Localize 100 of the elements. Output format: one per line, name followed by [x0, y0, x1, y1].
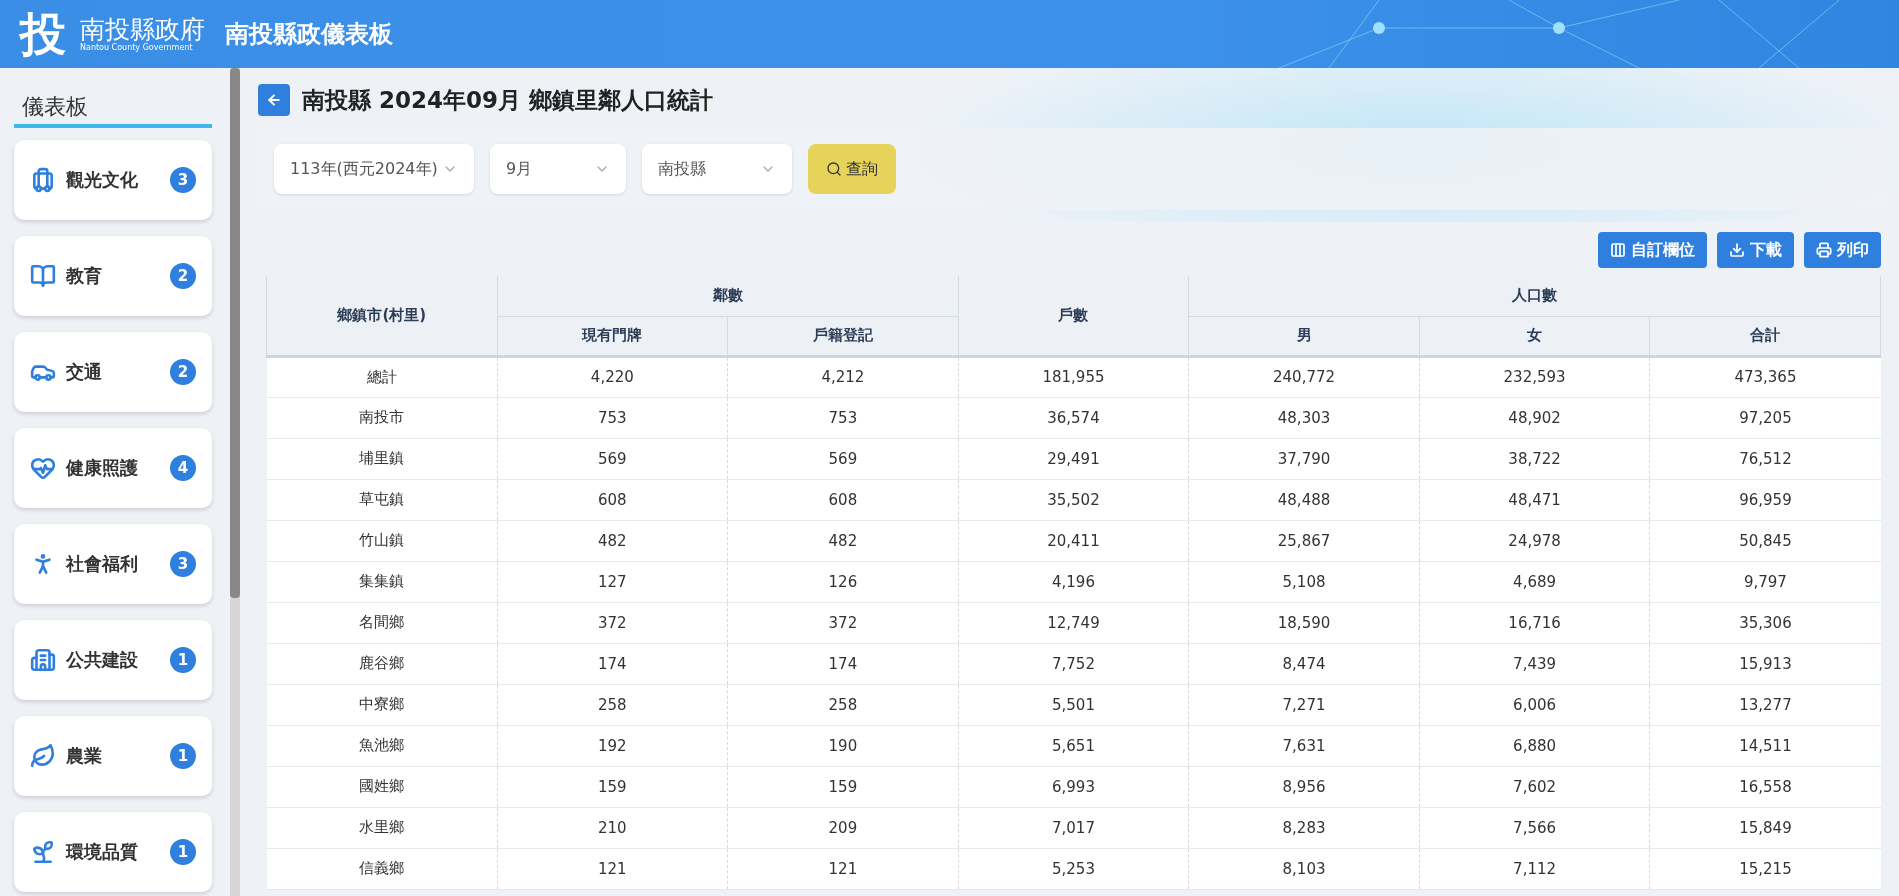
table-cell: 埔里鎮 [266, 438, 498, 479]
table-cell: 16,558 [1649, 766, 1881, 807]
column-group-header: 人口數 [1188, 276, 1881, 316]
table-cell: 7,566 [1419, 807, 1650, 848]
column-header: 戶數 [958, 276, 1189, 356]
sidebar-item[interactable]: 社會福利 3 [14, 524, 212, 604]
table-cell: 8,474 [1188, 643, 1420, 684]
sidebar-item[interactable]: 農業 1 [14, 716, 212, 796]
dropdown[interactable]: 南投縣 [642, 144, 792, 194]
table-cell: 7,112 [1419, 848, 1650, 889]
sidebar-item[interactable]: 交通 2 [14, 332, 212, 412]
leaf-icon [30, 743, 56, 769]
table-cell: 6,880 [1419, 725, 1650, 766]
building-icon [30, 647, 56, 673]
table-cell: 181,955 [958, 356, 1189, 397]
table-cell: 魚池鄉 [266, 725, 498, 766]
table-cell: 4,196 [958, 561, 1189, 602]
column-header: 女 [1419, 316, 1650, 356]
logo-mark: 投 [20, 11, 66, 57]
table-cell: 9,797 [1649, 561, 1881, 602]
table-cell: 159 [727, 766, 959, 807]
table-cell: 鹿谷鄉 [266, 643, 498, 684]
table-cell: 569 [727, 438, 959, 479]
count-badge: 2 [170, 359, 196, 385]
table-cell: 753 [727, 397, 959, 438]
table-cell: 7,602 [1419, 766, 1650, 807]
column-header: 男 [1188, 316, 1420, 356]
table-cell: 8,103 [1188, 848, 1420, 889]
table-cell: 232,593 [1419, 356, 1650, 397]
table-cell: 37,790 [1188, 438, 1420, 479]
table-cell: 集集鎮 [266, 561, 498, 602]
table-cell: 7,271 [1188, 684, 1420, 725]
scrollbar[interactable] [230, 68, 240, 896]
table-cell: 126 [727, 561, 959, 602]
table-cell: 473,365 [1649, 356, 1881, 397]
table-cell: 482 [727, 520, 959, 561]
table-cell: 6,993 [958, 766, 1189, 807]
table-cell: 258 [497, 684, 728, 725]
table-cell: 信義鄉 [266, 848, 498, 889]
sidebar-item[interactable]: 教育 2 [14, 236, 212, 316]
sprout-icon [30, 839, 56, 865]
app-title: 南投縣政儀表板 [225, 19, 393, 50]
table-cell: 76,512 [1649, 438, 1881, 479]
table-cell: 7,752 [958, 643, 1189, 684]
column-group-header: 鄰數 [497, 276, 959, 316]
page-title: 南投縣 2024年09月 鄉鎮里鄰人口統計 [302, 85, 714, 115]
back-button[interactable] [258, 84, 290, 116]
table-cell: 48,303 [1188, 397, 1420, 438]
table-cell: 15,215 [1649, 848, 1881, 889]
table-cell: 總計 [266, 356, 498, 397]
table-cell: 18,590 [1188, 602, 1420, 643]
toolbar-button[interactable]: 列印 [1804, 232, 1881, 268]
logo-subtitle: Nantou County Government [80, 43, 194, 53]
table-cell: 4,212 [727, 356, 959, 397]
toolbar-button[interactable]: 自訂欄位 [1598, 232, 1707, 268]
arrow-left-icon [266, 92, 282, 108]
table-cell: 753 [497, 397, 728, 438]
table-cell: 48,471 [1419, 479, 1650, 520]
table-cell: 174 [727, 643, 959, 684]
column-header: 鄉鎮市(村里) [266, 276, 498, 356]
table-cell: 7,017 [958, 807, 1189, 848]
table-cell: 15,913 [1649, 643, 1881, 684]
table-cell: 210 [497, 807, 728, 848]
table-cell: 14,511 [1649, 725, 1881, 766]
count-badge: 1 [170, 647, 196, 673]
column-header: 現有門牌 [497, 316, 728, 356]
sidebar-item[interactable]: 公共建設 1 [14, 620, 212, 700]
sidebar-item[interactable]: 環境品質 1 [14, 812, 212, 892]
heart-pulse-icon [30, 455, 56, 481]
table-cell: 南投市 [266, 397, 498, 438]
table-cell: 16,716 [1419, 602, 1650, 643]
toolbar-button[interactable]: 下載 [1717, 232, 1794, 268]
table-cell: 209 [727, 807, 959, 848]
sidebar-item[interactable]: 觀光文化 3 [14, 140, 212, 220]
table-cell: 20,411 [958, 520, 1189, 561]
table-cell: 水里鄉 [266, 807, 498, 848]
count-badge: 1 [170, 743, 196, 769]
table-cell: 5,253 [958, 848, 1189, 889]
table-cell: 35,306 [1649, 602, 1881, 643]
table-cell: 35,502 [958, 479, 1189, 520]
search-button[interactable]: 查詢 [808, 144, 896, 194]
table-cell: 190 [727, 725, 959, 766]
table-cell: 608 [727, 479, 959, 520]
table-cell: 竹山鎮 [266, 520, 498, 561]
table-cell: 國姓鄉 [266, 766, 498, 807]
table-cell: 5,501 [958, 684, 1189, 725]
dropdown[interactable]: 113年(西元2024年) [274, 144, 474, 194]
table-cell: 48,488 [1188, 479, 1420, 520]
table-cell: 569 [497, 438, 728, 479]
dropdown[interactable]: 9月 [490, 144, 626, 194]
table-cell: 8,956 [1188, 766, 1420, 807]
table-cell: 4,220 [497, 356, 728, 397]
sidebar-item[interactable]: 健康照護 4 [14, 428, 212, 508]
table-cell: 13,277 [1649, 684, 1881, 725]
table-cell: 372 [497, 602, 728, 643]
table-cell: 372 [727, 602, 959, 643]
table-cell: 96,959 [1649, 479, 1881, 520]
table-cell: 草屯鎮 [266, 479, 498, 520]
table-cell: 中寮鄉 [266, 684, 498, 725]
table-cell: 127 [497, 561, 728, 602]
